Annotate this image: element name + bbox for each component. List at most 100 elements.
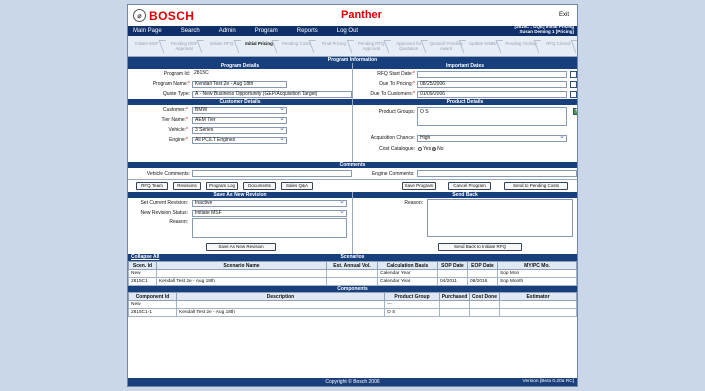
sop-date-cell: 04/2011 <box>437 277 468 286</box>
nav-search[interactable]: Search <box>181 28 200 34</box>
exit-link[interactable]: Exit <box>559 12 569 18</box>
brand-name: BOSCH <box>149 8 195 23</box>
step-initial-pricing[interactable]: Initial Pricing <box>240 36 277 56</box>
rfq-start-date-input[interactable] <box>417 70 567 78</box>
cancel-program-button[interactable]: Cancel Program <box>448 182 491 190</box>
description-header: Description <box>176 292 385 301</box>
calendar-icon[interactable] <box>570 70 577 78</box>
estimator-cell <box>499 300 577 309</box>
eop-date-header: EOP Date <box>467 261 498 270</box>
program-id-label: Program Id: <box>163 71 190 77</box>
table-cell <box>326 269 378 278</box>
vehicle-comments-input[interactable] <box>192 170 352 177</box>
rfq-start-label: RFQ Start Date:* <box>377 71 415 77</box>
step-update-kimba[interactable]: Update KIMBA <box>465 36 502 56</box>
table-cell <box>467 269 498 278</box>
sop-date-header: SOP Date <box>437 261 468 270</box>
step-pending-msf-approval[interactable]: Pending MSF Approval <box>165 36 202 56</box>
save-as-new-revision-button[interactable]: Save As New Revision <box>206 243 276 251</box>
table-cell: New <box>128 269 157 278</box>
documents-button[interactable]: Documents <box>243 182 276 190</box>
calendar-icon[interactable] <box>570 80 577 88</box>
product-group-select[interactable]: --- <box>384 300 440 309</box>
current-revision-select[interactable]: Inactive <box>192 199 347 207</box>
component-id-header: Component Id <box>128 292 177 301</box>
customer-select[interactable]: BMW <box>192 106 287 114</box>
no-radio[interactable] <box>432 146 437 151</box>
mypc-select[interactable]: Sop Mon <box>497 269 577 278</box>
product-group-header: Product Group <box>384 292 440 301</box>
vehicle-comments-label: Vehicle Comments: <box>146 171 190 177</box>
table-cell <box>326 277 378 286</box>
program-id-value: 2815C <box>192 70 230 78</box>
sales-qa-button[interactable]: Sales Q&A <box>281 182 313 190</box>
eop-date-cell: 08/2016 <box>467 277 498 286</box>
send-back-button[interactable]: Send Back to Initiate RFQ <box>438 243 522 251</box>
step-initiate-msf[interactable]: Initiate MSF <box>128 36 165 56</box>
revision-reason-input[interactable] <box>192 218 347 238</box>
quote-type-value[interactable]: A - New Business Opportunity (GEP/Acquis… <box>192 90 352 98</box>
tier-select[interactable]: AEM Tier <box>192 116 287 124</box>
send-to-pending-costs-button[interactable]: Send to Pending Costs <box>504 182 568 190</box>
mypc-cell: Sop Month <box>497 277 577 286</box>
calculation-basis-cell: Calendar Year <box>377 277 438 286</box>
acquisition-select[interactable]: High <box>417 134 567 142</box>
vehicle-select[interactable]: 3 Series <box>192 126 287 134</box>
user-name: Susan Deming 1 [Pricing] <box>519 29 574 35</box>
scenarios-header: Scenarios Collapse All <box>128 254 577 261</box>
step-final-pricing[interactable]: Final Pricing <box>315 36 352 56</box>
mypc-header: MY/PC Mo. <box>497 261 577 270</box>
scenarios-title: Scenarios <box>340 254 365 260</box>
scenario-id-header: Scen. Id <box>128 261 157 270</box>
customer-date-input[interactable]: 01/09/2006 <box>417 90 567 98</box>
step-rfq-closed[interactable]: RFQ Closed <box>540 36 577 56</box>
new-revision-status-label: New Revision Status: <box>140 210 188 216</box>
send-back-panel: Send Back Reason: Send Back to Initiate … <box>353 192 577 254</box>
nav-program[interactable]: Program <box>255 28 278 34</box>
no-label: No <box>437 146 444 152</box>
collapse-all-link[interactable]: Collapse All <box>131 254 159 261</box>
action-button-row: RFQ Team Revisions Program Log Documents… <box>128 179 577 192</box>
new-revision-status-select[interactable]: Initiate MSF <box>192 209 347 217</box>
scenario-row: 2815C1 Kendall Test 2e - Aug 18th Calendar… <box>128 277 577 286</box>
engine-comments-label: Engine Comments: <box>371 171 415 177</box>
send-back-reason-input[interactable] <box>427 199 573 237</box>
program-name-input[interactable]: Kendall Test 2e - Aug 18th <box>192 80 287 88</box>
table-cell <box>469 300 500 309</box>
send-back-reason-label: Reason: <box>404 200 423 206</box>
step-approved-quotation[interactable]: Approved for Quotation <box>390 36 427 56</box>
customer-label: Customer:* <box>162 107 188 113</box>
nav-log-out[interactable]: Log Out <box>337 28 358 34</box>
calculation-basis-header: Calculation Basis <box>377 261 438 270</box>
version-text: Version [Beta 0.20a RC] <box>522 379 574 384</box>
product-groups-list[interactable]: O S <box>417 107 567 126</box>
step-pending-rfq-approval[interactable]: Pending RFQ Approval <box>353 36 390 56</box>
product-group-cell: O S <box>384 308 440 317</box>
yes-radio[interactable] <box>418 146 422 151</box>
save-program-button[interactable]: Save Program <box>402 182 436 190</box>
workflow-steps: Initiate MSF Pending MSF Approval Initia… <box>128 36 577 57</box>
add-icon[interactable]: + <box>573 108 577 115</box>
step-pending-tooling[interactable]: Pending Tooling <box>502 36 539 56</box>
cost-done-header: Cost Done <box>469 292 500 301</box>
nav-main-page[interactable]: Main Page <box>133 28 162 34</box>
nav-reports[interactable]: Reports <box>297 28 318 34</box>
rfq-team-button[interactable]: RFQ Team <box>136 182 168 190</box>
revision-reason-label: Reason: <box>169 219 188 225</box>
copyright: Copyright © Bosch 2006 <box>325 379 380 385</box>
step-quoted-pending-award[interactable]: Quoted/ Pending Award <box>427 36 464 56</box>
calculation-basis-select[interactable]: Calendar Year <box>377 269 438 278</box>
nav-admin[interactable]: Admin <box>219 28 236 34</box>
step-pending-costs[interactable]: Pending Costs <box>278 36 315 56</box>
engine-select[interactable]: All PC/LT Engines <box>192 136 287 144</box>
program-log-button[interactable]: Program Log <box>206 182 238 190</box>
purchased-checkbox[interactable] <box>439 300 470 309</box>
revisions-button[interactable]: Revisions <box>173 182 201 190</box>
engine-comments-input[interactable] <box>416 170 577 177</box>
tier-label: Tier Name:* <box>161 117 189 123</box>
pricing-date-input[interactable]: 08/25/2006 <box>417 80 567 88</box>
step-initiate-rfq[interactable]: Initiate RFQ <box>203 36 240 56</box>
calendar-icon[interactable] <box>570 90 577 98</box>
table-cell <box>176 300 385 309</box>
engine-label: Engine:* <box>169 137 188 143</box>
